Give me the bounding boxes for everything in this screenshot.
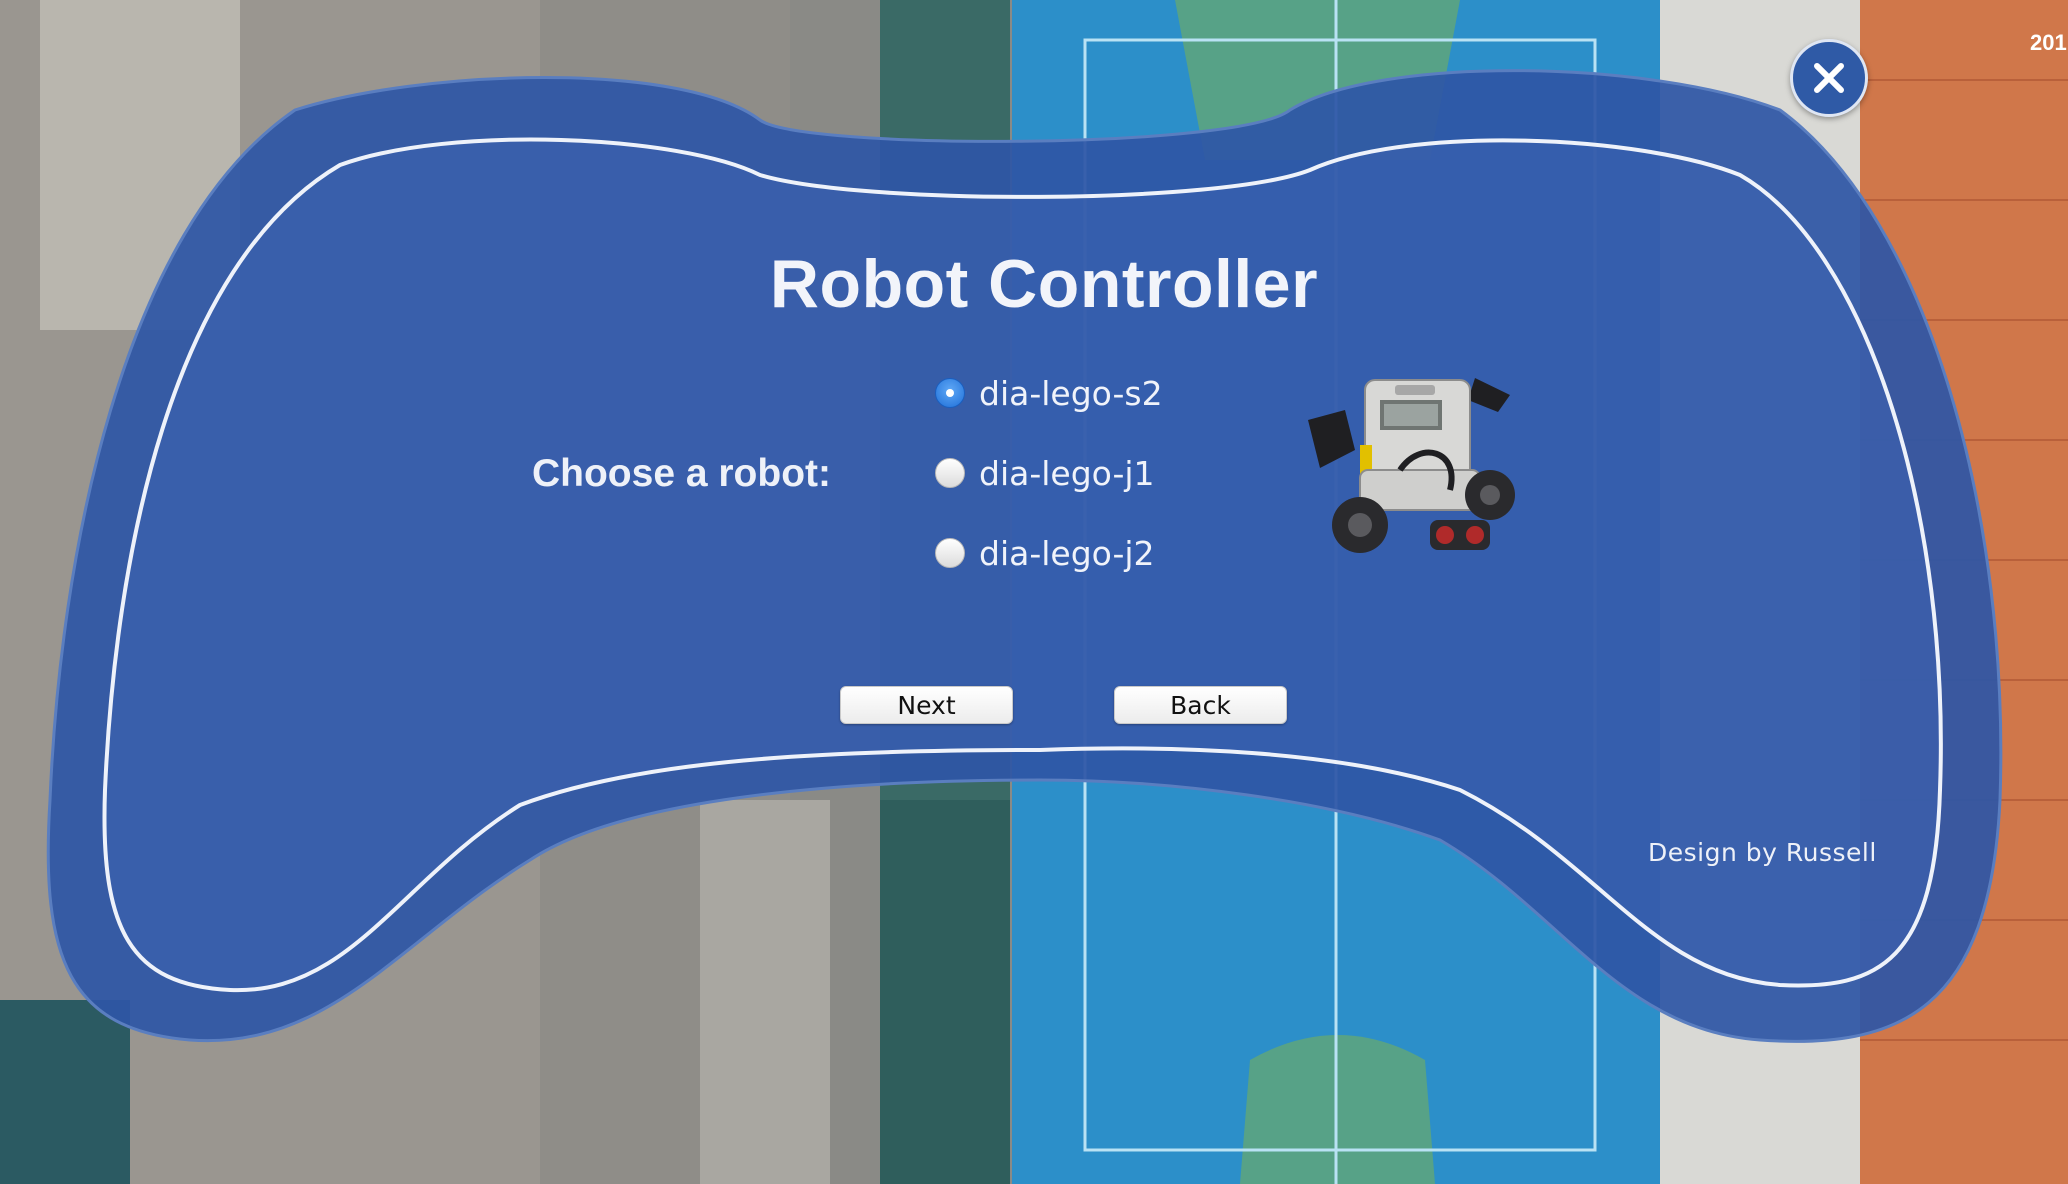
- close-button[interactable]: [1790, 39, 1868, 117]
- robot-option-j2[interactable]: dia-lego-j2: [935, 533, 1155, 573]
- page-title: Robot Controller: [769, 246, 1319, 322]
- robot-option-s2[interactable]: dia-lego-s2: [935, 373, 1163, 413]
- lego-robot-image: [1308, 378, 1515, 553]
- design-credit: Design by Russell: [1648, 838, 1877, 867]
- controller-panel: [46, 69, 2003, 1043]
- close-icon: [1814, 63, 1844, 93]
- back-button[interactable]: Back: [1114, 686, 1287, 724]
- next-button[interactable]: Next: [840, 686, 1013, 724]
- robot-option-label: dia-lego-s2: [979, 373, 1163, 413]
- robot-option-label: dia-lego-j2: [979, 533, 1155, 573]
- robot-option-j1[interactable]: dia-lego-j1: [935, 453, 1155, 493]
- robot-option-label: dia-lego-j1: [979, 453, 1155, 493]
- radio-icon[interactable]: [935, 538, 965, 568]
- radio-selected-icon[interactable]: [935, 378, 965, 408]
- radio-icon[interactable]: [935, 458, 965, 488]
- choose-robot-label: Choose a robot:: [532, 452, 831, 495]
- corner-text: 201: [2030, 30, 2067, 55]
